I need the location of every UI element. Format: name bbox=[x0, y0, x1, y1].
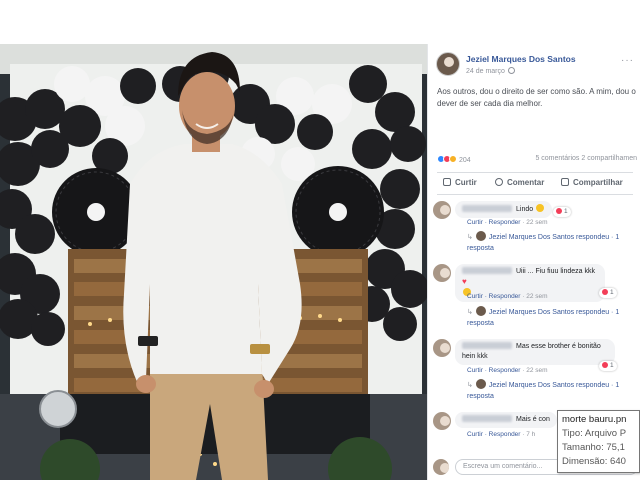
like-label: Curtir bbox=[455, 178, 477, 187]
speech-bubble-icon bbox=[495, 178, 503, 186]
comment-meta: Curtir · Responder · 22 sem bbox=[467, 293, 548, 300]
commenter-avatar[interactable] bbox=[433, 412, 451, 430]
current-user-avatar bbox=[433, 459, 449, 475]
view-replies-link[interactable]: ↳ Jeziel Marques Dos Santos respondeu · 1… bbox=[467, 231, 637, 254]
divider bbox=[437, 194, 633, 195]
comment-item: Mas esse brother é bonitão hein kkk 1 Cu… bbox=[433, 339, 638, 409]
comment-meta: Curtir · Responder · 7 h bbox=[467, 431, 535, 438]
divider bbox=[437, 172, 633, 173]
post-date[interactable]: 24 de março bbox=[466, 67, 515, 75]
thumbs-up-icon bbox=[443, 178, 451, 186]
reply-summary: Jeziel Marques Dos Santos respondeu · 1 … bbox=[467, 234, 620, 252]
comment-like-reply-links[interactable]: Curtir · Responder bbox=[467, 293, 520, 300]
post-date-text: 24 de março bbox=[466, 68, 505, 75]
paper-fan-right bbox=[292, 166, 384, 258]
commenter-avatar[interactable] bbox=[433, 264, 451, 282]
commenter-name-blurred[interactable] bbox=[462, 267, 512, 274]
reply-arrow-icon: ↳ bbox=[467, 234, 473, 241]
heart-icon: ♥ bbox=[462, 277, 467, 286]
commenter-name-blurred[interactable] bbox=[462, 342, 512, 349]
comment-like-reply-links[interactable]: Curtir · Responder bbox=[467, 431, 520, 438]
post-actions: Curtir Comentar Compartilhar bbox=[437, 176, 633, 192]
view-replies-link[interactable]: ↳ Jeziel Marques Dos Santos respondeu · 1… bbox=[467, 379, 637, 402]
post-caption: Aos outros, dou o direito de ser como sã… bbox=[437, 87, 636, 108]
author-name[interactable]: Jeziel Marques Dos Santos bbox=[466, 54, 576, 64]
comment-meta: Curtir · Responder · 22 sem bbox=[467, 219, 548, 226]
globe-icon bbox=[507, 67, 515, 74]
haha-reaction-icon bbox=[449, 155, 457, 163]
comment-like-reply-links[interactable]: Curtir · Responder bbox=[467, 219, 520, 226]
comment-reaction-badge[interactable]: 1 bbox=[599, 361, 617, 371]
replier-avatar bbox=[475, 379, 486, 389]
file-info-tooltip: morte bauru.pn Tipo: Arquivo P Tamanho: … bbox=[557, 410, 640, 473]
comment-time: · 7 h bbox=[520, 431, 536, 438]
comment-item: Uiii ... Fiu fiuu lindeza kkk ♥ 1 Curtir… bbox=[433, 264, 638, 334]
comment-meta: Curtir · Responder · 22 sem bbox=[467, 367, 548, 374]
comment-time: · 22 sem bbox=[520, 367, 548, 374]
comment-button[interactable]: Comentar bbox=[495, 178, 544, 187]
tooltip-filename: morte bauru.pn bbox=[562, 414, 627, 425]
reactions-bar: 204 5 comentários 2 compartilhamen bbox=[437, 155, 637, 167]
tooltip-type: Tipo: Arquivo P bbox=[562, 428, 627, 439]
comment-bubble: Mas esse brother é bonitão hein kkk bbox=[455, 339, 615, 365]
comment-reaction-badge[interactable]: 1 bbox=[553, 207, 571, 217]
comment-text: Uiii ... Fiu fiuu lindeza kkk bbox=[516, 268, 595, 275]
like-button[interactable]: Curtir bbox=[443, 178, 477, 187]
comment-bubble: Lindo bbox=[455, 201, 553, 218]
comment-text: Mais é con bbox=[516, 416, 550, 423]
comment-reaction-count: 1 bbox=[610, 362, 614, 369]
share-label: Compartilhar bbox=[573, 178, 623, 187]
commenter-avatar[interactable] bbox=[433, 339, 451, 357]
reaction-count: 204 bbox=[459, 157, 471, 164]
reactions-summary[interactable]: 204 bbox=[437, 155, 471, 164]
share-button[interactable]: Compartilhar bbox=[561, 178, 623, 187]
commenter-name-blurred[interactable] bbox=[462, 205, 512, 212]
ellipsis-icon[interactable]: ··· bbox=[621, 55, 634, 66]
love-reaction-icon bbox=[556, 208, 562, 214]
comment-reaction-count: 1 bbox=[564, 208, 568, 215]
reply-arrow-icon: ↳ bbox=[467, 309, 473, 316]
tooltip-dimensions: Dimensão: 640 bbox=[562, 456, 626, 467]
screenshot: Jeziel Marques Dos Santos 24 de março ··… bbox=[0, 0, 640, 480]
comment-label: Comentar bbox=[507, 178, 545, 187]
comment-like-reply-links[interactable]: Curtir · Responder bbox=[467, 367, 520, 374]
post-header: Jeziel Marques Dos Santos 24 de março ··… bbox=[436, 52, 636, 82]
comment-text: Lindo bbox=[516, 206, 534, 213]
post-photo[interactable] bbox=[0, 44, 427, 480]
tooltip-size: Tamanho: 75,1 bbox=[562, 442, 625, 453]
shares-count-link[interactable]: 2 compartilhamen bbox=[581, 155, 637, 162]
emoji-icon bbox=[536, 204, 545, 212]
comment-time: · 22 sem bbox=[520, 219, 548, 226]
reply-summary: Jeziel Marques Dos Santos respondeu · 1 … bbox=[467, 309, 620, 327]
share-arrow-icon bbox=[561, 178, 569, 186]
commenter-avatar[interactable] bbox=[433, 201, 451, 219]
comment-bubble: Mais é con bbox=[455, 412, 557, 428]
reply-summary: Jeziel Marques Dos Santos respondeu · 1 … bbox=[467, 382, 620, 400]
comments-count-link[interactable]: 5 comentários bbox=[535, 155, 579, 162]
replier-avatar bbox=[475, 231, 486, 241]
reply-arrow-icon: ↳ bbox=[467, 382, 473, 389]
comment-time: · 22 sem bbox=[520, 293, 548, 300]
love-reaction-icon bbox=[602, 362, 608, 368]
author-avatar[interactable] bbox=[436, 52, 460, 76]
commenter-name-blurred[interactable] bbox=[462, 415, 512, 422]
comment-item: Lindo 1 Curtir · Responder · 22 sem ↳ Jez… bbox=[433, 201, 638, 261]
replier-avatar bbox=[475, 306, 486, 316]
photo-illustration bbox=[0, 44, 427, 480]
comment-reaction-badge[interactable]: 1 bbox=[599, 288, 617, 298]
view-replies-link[interactable]: ↳ Jeziel Marques Dos Santos respondeu · 1… bbox=[467, 306, 637, 329]
engagement-counts: 5 comentários 2 compartilhamen bbox=[535, 155, 637, 162]
comment-reaction-count: 1 bbox=[610, 289, 614, 296]
love-reaction-icon bbox=[602, 289, 608, 295]
